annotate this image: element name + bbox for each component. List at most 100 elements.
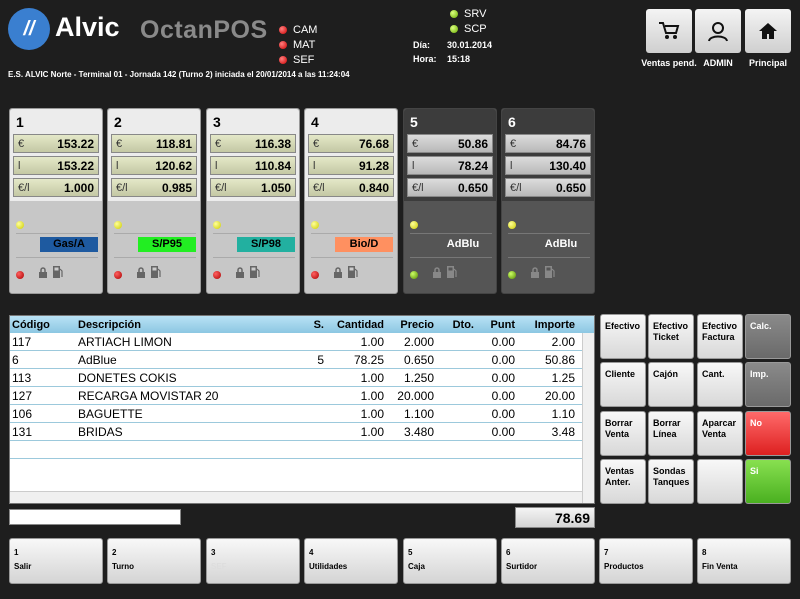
cell-punt: 0.00 (491, 370, 515, 385)
table-row[interactable]: 113 DONETES COKIS 1.00 1.250 0.00 1.25 (10, 369, 594, 387)
divider (410, 257, 492, 258)
cell-desc: BAGUETTE (78, 406, 143, 421)
footer-sef-button[interactable]: 3 SEF (206, 538, 300, 584)
lock-icon[interactable] (530, 267, 540, 279)
borrar-l-nea-button[interactable]: Borrar Línea (648, 411, 694, 456)
footer-surtidor-button[interactable]: 6 Surtidor (501, 538, 595, 584)
table-row[interactable]: 6 AdBlue 5 78.25 0.650 0.00 50.86 (10, 351, 594, 369)
caj-n-button[interactable]: Cajón (648, 362, 694, 407)
fuel-pump-icon[interactable] (249, 265, 261, 279)
fuel-pump-icon[interactable] (150, 265, 162, 279)
aparcar-venta-button[interactable]: Aparcar Venta (697, 411, 743, 456)
pump-price-row: €/l 0.650 (505, 178, 591, 197)
cliente-button[interactable]: Cliente (600, 362, 646, 407)
pump-liters-row: l 110.84 (210, 156, 296, 175)
lock-icon[interactable] (38, 267, 48, 279)
time-value: 15:18 (447, 54, 471, 64)
pump-status-led-icon (16, 221, 24, 229)
pump-price-value: 1.050 (260, 180, 291, 195)
lock-icon[interactable] (333, 267, 343, 279)
home-button[interactable] (745, 9, 791, 53)
imp--button[interactable]: Imp. (745, 362, 791, 407)
lock-icon[interactable] (235, 267, 245, 279)
lock-icon[interactable] (432, 267, 442, 279)
si-button[interactable]: Si (745, 459, 791, 504)
efectivo-factura-button[interactable]: Efectivo Factura (697, 314, 743, 359)
ventas-anter--button[interactable]: Ventas Anter. (600, 459, 646, 504)
cell-prec: 1.250 (403, 370, 434, 385)
pump-liters-row: l 153.22 (13, 156, 99, 175)
cant--button[interactable]: Cant. (697, 362, 743, 407)
pump-number: 3 (213, 114, 221, 130)
brand-logo-mark: // (8, 8, 50, 50)
pump-unit: €/l (215, 181, 227, 194)
footer-fin-venta-button[interactable]: 8 Fin Venta (697, 538, 791, 584)
col-prec: Precio (400, 318, 434, 331)
user-icon (708, 22, 728, 42)
footer-label: Turno (112, 562, 135, 571)
pump-1[interactable]: 1 €153.22 l 153.22 €/l 1.000 Gas/A (9, 108, 103, 294)
cell-cant: 1.00 (360, 388, 384, 403)
fuel-pump-icon[interactable] (52, 265, 64, 279)
lock-icon[interactable] (136, 267, 146, 279)
time-label: Hora: (413, 54, 437, 64)
nozzle-led-icon (16, 271, 24, 279)
cell-desc: ARTIACH LIMON (78, 334, 172, 349)
divider (16, 233, 98, 234)
pump-euro-value: 76.68 (358, 136, 389, 151)
no-button[interactable]: No (745, 411, 791, 456)
horizontal-scrollbar[interactable] (10, 491, 582, 503)
fuel-type-label: AdBlu (544, 238, 578, 250)
pump-6[interactable]: 6 €84.76 l 130.40 €/l 0.650 AdBlu (501, 108, 595, 294)
fuel-pump-icon[interactable] (347, 265, 359, 279)
footer-label: Fin Venta (702, 562, 738, 571)
sondas-tanques-button[interactable]: Sondas Tanques (648, 459, 694, 504)
pump-3[interactable]: 3 €116.38 l 110.84 €/l 1.050 S/P98 (206, 108, 300, 294)
blank-button[interactable] (697, 459, 743, 504)
efectivo-ticket-button[interactable]: Efectivo Ticket (648, 314, 694, 359)
nozzle-led-icon (213, 271, 221, 279)
vertical-scrollbar[interactable] (582, 333, 594, 503)
fuel-type-label: AdBlu (446, 238, 480, 250)
fuel-pump-icon[interactable] (446, 265, 458, 279)
divider (114, 257, 196, 258)
fuel-pump-icon[interactable] (544, 265, 556, 279)
divider (311, 233, 393, 234)
pump-4[interactable]: 4 €76.68 l 91.28 €/l 0.840 Bio/D (304, 108, 398, 294)
footer-label: Salir (14, 562, 32, 571)
product-name: OctanPOS (140, 16, 268, 44)
borrar-venta-button[interactable]: Borrar Venta (600, 411, 646, 456)
home-icon (759, 23, 777, 39)
footer-utilidades-button[interactable]: 4 Utilidades (304, 538, 398, 584)
pump-euro-value: 153.22 (57, 136, 94, 151)
pump-number: 1 (16, 114, 24, 130)
col-punt: Punt (490, 318, 515, 331)
table-row[interactable]: 127 RECARGA MOVISTAR 20 1.00 20.000 0.00 20.0… (10, 387, 594, 405)
sales-table[interactable]: Código Descripción S. Cantidad Precio Dt… (9, 315, 595, 504)
admin-label: ADMIN (703, 58, 733, 68)
cell-punt: 0.00 (491, 388, 515, 403)
cart-icon (659, 22, 680, 39)
cell-code: 131 (12, 424, 33, 439)
pump-liters-row: l 130.40 (505, 156, 591, 175)
footer-salir-button[interactable]: 1 Salir (9, 538, 103, 584)
calc--button[interactable]: Calc. (745, 314, 791, 359)
table-row[interactable]: 117 ARTIACH LIMON 1.00 2.000 0.00 2.00 (10, 333, 594, 351)
admin-button[interactable] (695, 9, 741, 53)
pump-price-value: 0.840 (358, 180, 389, 195)
date-time-info: Día: 30.01.2014 Hora: 15:18 (413, 40, 492, 64)
fuel-type-label: S/P95 (138, 237, 196, 252)
footer-turno-button[interactable]: 2 Turno (107, 538, 201, 584)
pump-price-value: 1.000 (63, 180, 94, 195)
table-row[interactable]: 106 BAGUETTE 1.00 1.100 0.00 1.10 (10, 405, 594, 423)
divider (213, 257, 295, 258)
cell-prec: 3.480 (403, 424, 434, 439)
barcode-input[interactable] (9, 509, 181, 525)
pump-5[interactable]: 5 €50.86 l 78.24 €/l 0.650 AdBlu (403, 108, 497, 294)
pump-2[interactable]: 2 €118.81 l 120.62 €/l 0.985 S/P95 (107, 108, 201, 294)
footer-productos-button[interactable]: 7 Productos (599, 538, 693, 584)
table-row[interactable]: 131 BRIDAS 1.00 3.480 0.00 3.48 (10, 423, 594, 441)
footer-caja-button[interactable]: 5 Caja (403, 538, 497, 584)
efectivo-button[interactable]: Efectivo (600, 314, 646, 359)
pending-sales-button[interactable] (646, 9, 692, 53)
